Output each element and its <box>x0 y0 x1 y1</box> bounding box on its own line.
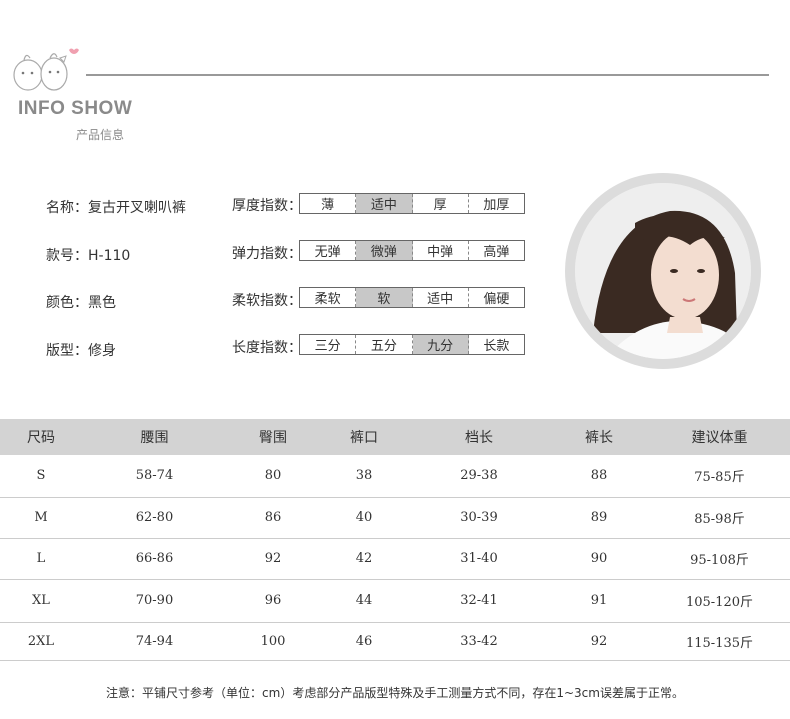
attr-fit: 版型：修身 <box>46 343 116 359</box>
column-header: 档长 <box>409 419 549 455</box>
thickness-option: 适中 <box>356 194 413 213</box>
table-row: S 58-74 80 38 29-38 88 75-85斤 <box>0 455 790 498</box>
table-cell: 44 <box>319 579 409 623</box>
table-cell: 75-85斤 <box>649 455 790 498</box>
table-cell: 58-74 <box>82 455 227 498</box>
table-cell: M <box>0 497 82 539</box>
table-row: XL 70-90 96 44 32-41 91 105-120斤 <box>0 579 790 623</box>
model-photo <box>575 183 751 359</box>
table-cell: 38 <box>319 455 409 498</box>
header-divider <box>86 74 769 76</box>
table-cell: 96 <box>227 579 319 623</box>
table-cell: 30-39 <box>409 497 549 539</box>
elasticity-option: 中弹 <box>413 241 469 260</box>
elasticity-option: 无弹 <box>300 241 357 260</box>
thickness-index-label: 厚度指数： <box>232 198 302 214</box>
table-header-row: 尺码 腰围 臀围 裤口 档长 裤长 建议体重 <box>0 419 790 455</box>
table-cell: 66-86 <box>82 538 227 580</box>
table-cell: 32-41 <box>409 579 549 623</box>
table-cell: 31-40 <box>409 538 549 580</box>
table-cell: 33-42 <box>409 622 549 661</box>
table-cell: 86 <box>227 497 319 539</box>
table-cell: 2XL <box>0 622 82 661</box>
table-row: M 62-80 86 40 30-39 89 85-98斤 <box>0 497 790 539</box>
page-title: INFO SHOW <box>18 98 133 119</box>
column-header: 建议体重 <box>649 419 790 455</box>
table-cell: 88 <box>549 455 649 498</box>
table-cell: 115-135斤 <box>649 622 790 661</box>
softness-index-label: 柔软指数： <box>232 293 302 309</box>
length-index-scale: 三分 五分 九分 长款 <box>299 334 525 355</box>
table-cell: 91 <box>549 579 649 623</box>
page-subtitle: 产品信息 <box>76 128 125 142</box>
table-cell: 92 <box>549 622 649 661</box>
thickness-index-scale: 薄 适中 厚 加厚 <box>299 193 525 214</box>
column-header: 尺码 <box>0 419 82 455</box>
table-cell: 62-80 <box>82 497 227 539</box>
length-option: 长款 <box>483 339 510 354</box>
table-cell: 85-98斤 <box>649 497 790 539</box>
length-option: 五分 <box>356 335 413 354</box>
attr-style-number: 款号：H-110 <box>46 248 131 264</box>
table-cell: 105-120斤 <box>649 579 790 623</box>
column-header: 腰围 <box>82 419 227 455</box>
softness-index-scale: 柔软 软 适中 偏硬 <box>299 287 525 308</box>
length-index-label: 长度指数： <box>232 340 302 356</box>
thickness-option: 加厚 <box>483 198 510 213</box>
column-header: 裤长 <box>549 419 649 455</box>
elasticity-index-label: 弹力指数： <box>232 246 302 262</box>
softness-option: 柔软 <box>300 288 357 307</box>
softness-option: 偏硬 <box>483 292 510 307</box>
table-cell: 100 <box>227 622 319 661</box>
table-cell: 90 <box>549 538 649 580</box>
mascot-logo-icon <box>13 48 79 91</box>
table-cell: XL <box>0 579 82 623</box>
table-row: 2XL 74-94 100 46 33-42 92 115-135斤 <box>0 622 790 661</box>
table-cell: 40 <box>319 497 409 539</box>
length-option: 三分 <box>300 335 357 354</box>
softness-option: 适中 <box>413 288 469 307</box>
table-row: L 66-86 92 42 31-40 90 95-108斤 <box>0 538 790 580</box>
table-cell: 74-94 <box>82 622 227 661</box>
table-cell: 46 <box>319 622 409 661</box>
table-cell: L <box>0 538 82 580</box>
softness-option: 软 <box>356 288 413 307</box>
attr-name: 名称：复古开叉喇叭裤 <box>46 200 186 216</box>
thickness-option: 薄 <box>300 194 357 213</box>
elasticity-option: 高弹 <box>483 245 510 260</box>
attr-color: 颜色：黑色 <box>46 295 116 311</box>
table-cell: 92 <box>227 538 319 580</box>
length-option: 九分 <box>412 335 469 354</box>
thickness-option: 厚 <box>413 194 469 213</box>
table-cell: 42 <box>319 538 409 580</box>
table-cell: 89 <box>549 497 649 539</box>
table-cell: S <box>0 455 82 498</box>
column-header: 臀围 <box>227 419 319 455</box>
elasticity-option: 微弹 <box>356 241 413 260</box>
elasticity-index-scale: 无弹 微弹 中弹 高弹 <box>299 240 525 261</box>
measurement-note: 注意：平铺尺寸参考（单位：cm）考虑部分产品版型特殊及手工测量方式不同，存在1~… <box>106 686 684 700</box>
table-cell: 95-108斤 <box>649 538 790 580</box>
table-cell: 80 <box>227 455 319 498</box>
column-header: 裤口 <box>319 419 409 455</box>
table-cell: 70-90 <box>82 579 227 623</box>
table-cell: 29-38 <box>409 455 549 498</box>
size-table: 尺码 腰围 臀围 裤口 档长 裤长 建议体重 S 58-74 80 38 29-… <box>0 419 790 661</box>
